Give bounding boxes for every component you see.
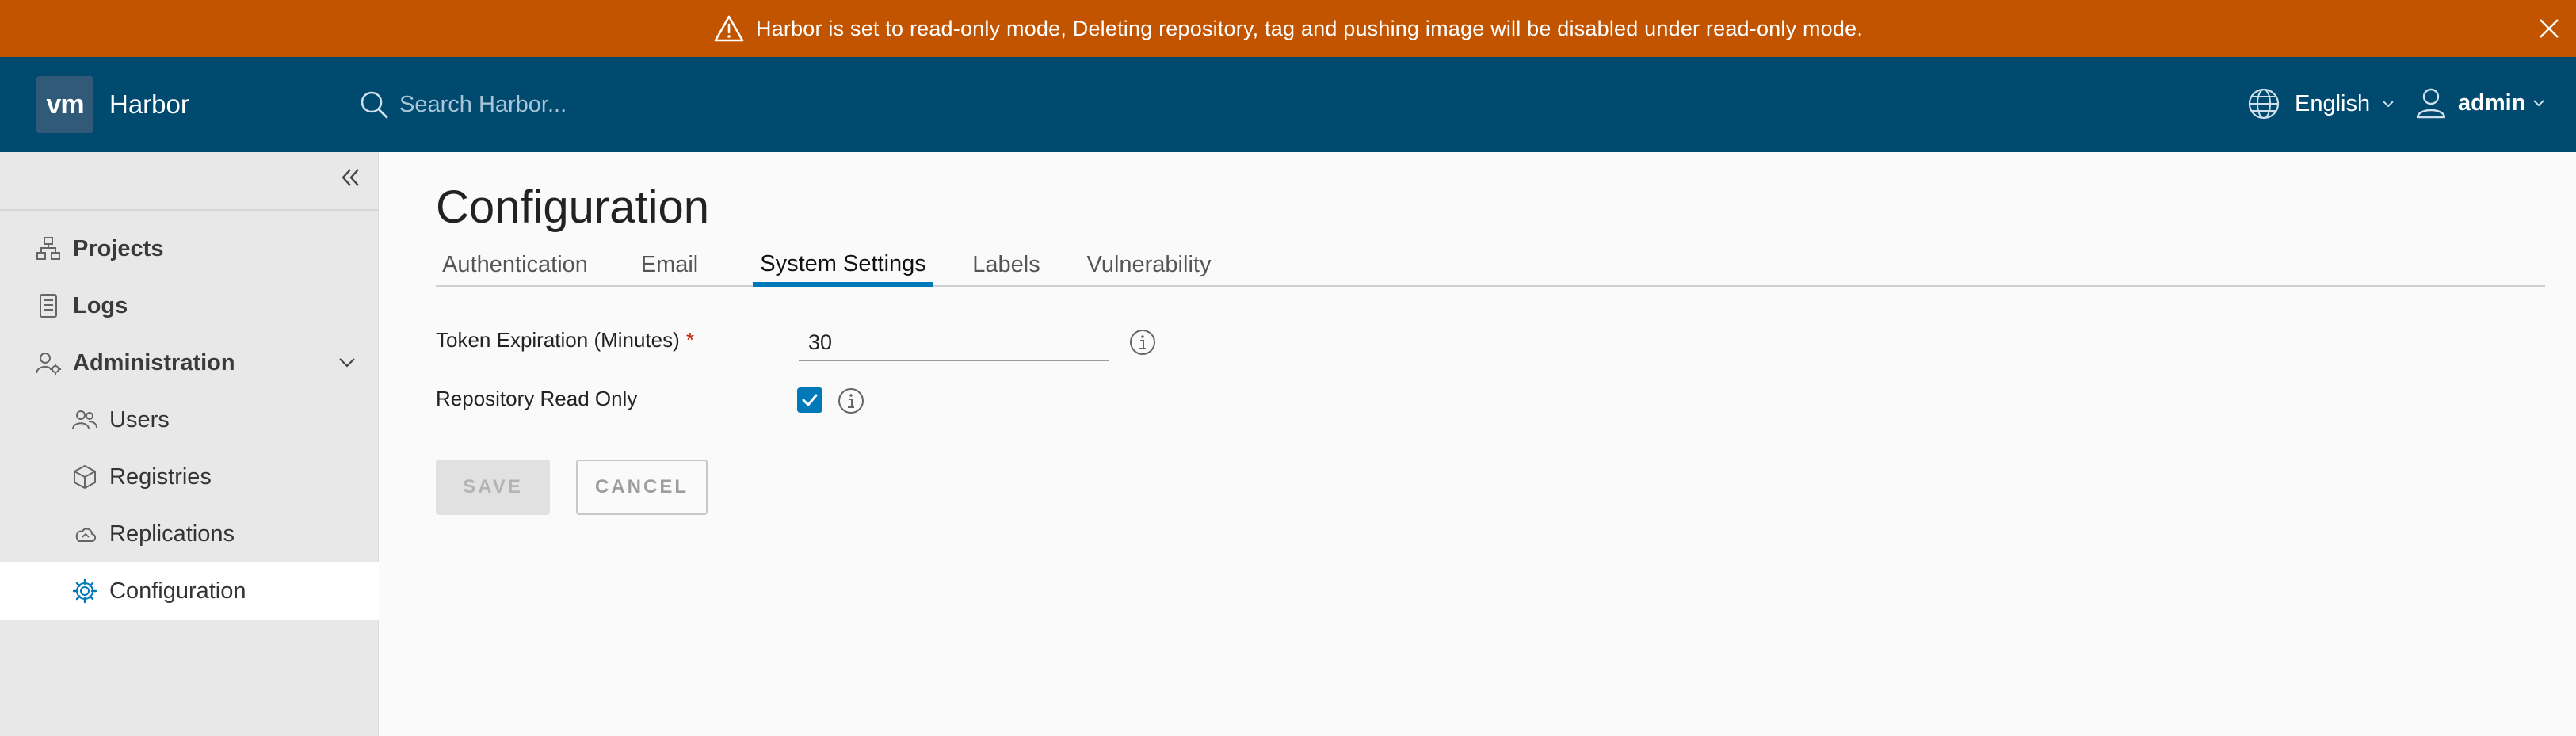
chevron-down-icon [2532,96,2546,110]
sidebar-item-label: Users [109,406,170,433]
sidebar-item-registries[interactable]: Registries [0,448,379,505]
token-expiration-label-text: Token Expiration (Minutes) [436,328,680,352]
search-input[interactable] [399,86,875,124]
sidebar-item-label: Replications [109,521,235,547]
tab-vulnerability[interactable]: Vulnerability [1078,242,1220,287]
admin-icon [35,349,62,376]
sidebar-item-label: Projects [73,235,164,261]
checkmark-icon [802,394,818,406]
brand[interactable]: vm Harbor [36,76,189,133]
read-only-banner: Harbor is set to read-only mode, Deletin… [0,0,2576,57]
token-expiration-label: Token Expiration (Minutes) * [436,328,694,353]
sidebar: Projects Logs Administration Users Regis… [0,152,379,736]
app-title: Harbor [109,90,189,119]
page-title: Configuration [436,181,709,233]
top-header: vm Harbor English [0,57,2576,152]
user-icon [2414,86,2448,120]
gear-icon [71,578,98,604]
save-button[interactable]: SAVE [436,460,550,515]
global-search [357,86,875,124]
sidebar-item-label: Registries [109,463,212,490]
cloud-icon [71,521,98,547]
language-selector[interactable]: English [2246,86,2395,122]
registries-icon [71,463,98,490]
sidebar-item-configuration[interactable]: Configuration [0,562,379,620]
sidebar-item-projects[interactable]: Projects [0,220,379,277]
tab-authentication[interactable]: Authentication [436,242,594,287]
vmware-logo: vm [36,76,93,133]
sidebar-item-users[interactable]: Users [0,391,379,448]
sidebar-item-replications[interactable]: Replications [0,505,379,562]
chevron-down-icon[interactable] [338,355,357,371]
globe-icon [2246,86,2282,122]
sidebar-divider [0,209,379,211]
close-icon[interactable] [2533,13,2565,44]
main-content: Configuration Authentication Email Syste… [379,152,2576,736]
projects-icon [35,235,62,262]
repository-read-only-label: Repository Read Only [436,387,638,410]
repository-read-only-checkbox[interactable] [797,387,822,413]
sidebar-item-label: Administration [73,349,235,376]
warning-triangle-icon [713,13,745,44]
collapse-sidebar-button[interactable] [336,163,364,192]
chevron-down-icon [2381,97,2395,111]
logs-icon [35,292,62,319]
sidebar-item-label: Logs [73,292,128,318]
token-expiration-input[interactable] [799,325,1109,361]
users-icon [71,406,98,433]
tab-email[interactable]: Email [626,242,713,287]
tab-system-settings[interactable]: System Settings [753,242,933,287]
sidebar-item-administration[interactable]: Administration [0,334,379,391]
username-label: admin [2458,90,2526,116]
user-menu[interactable]: admin [2414,86,2546,120]
banner-message: Harbor is set to read-only mode, Deletin… [755,16,1864,40]
config-tabs: Authentication Email System Settings Lab… [436,242,2545,287]
info-icon[interactable] [1128,328,1157,357]
info-icon[interactable] [837,387,865,415]
tab-labels[interactable]: Labels [962,242,1051,287]
sidebar-item-logs[interactable]: Logs [0,277,379,334]
double-chevron-left-icon [342,169,359,186]
search-icon [357,87,391,122]
required-marker: * [685,328,694,352]
sidebar-item-label: Configuration [109,578,246,604]
cancel-button[interactable]: CANCEL [576,460,708,515]
language-label: English [2295,90,2371,116]
